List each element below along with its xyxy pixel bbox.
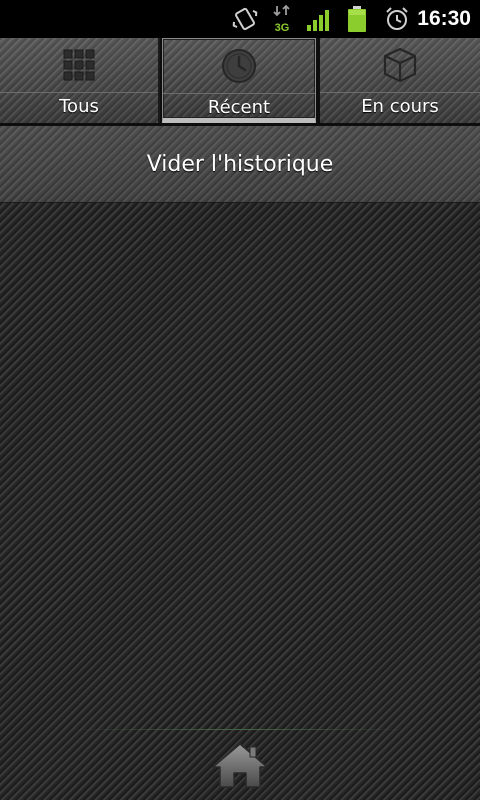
tab-recent[interactable]: Récent <box>162 38 316 123</box>
tab-en-cours[interactable]: En cours <box>320 38 480 123</box>
battery-icon <box>345 0 369 38</box>
data-icon: 3G <box>270 0 294 38</box>
recent-apps-list <box>0 203 480 729</box>
tab-label: En cours <box>361 96 439 117</box>
alarm-icon <box>382 0 412 38</box>
grid-icon <box>60 46 98 84</box>
cube-icon <box>381 46 419 84</box>
divider <box>70 729 410 730</box>
clear-history-button[interactable]: Vider l'historique <box>0 126 480 203</box>
status-bar: 3G 16:30 <box>0 0 480 38</box>
tab-label: Tous <box>59 96 99 117</box>
tab-label: Récent <box>207 97 271 118</box>
tab-bar: Tous Récent En cours <box>0 38 480 126</box>
tab-tous[interactable]: Tous <box>0 38 160 123</box>
home-icon <box>210 741 270 793</box>
home-button[interactable] <box>208 741 272 797</box>
vibrate-icon <box>228 0 262 38</box>
status-clock: 16:30 <box>417 7 471 30</box>
clear-history-label: Vider l'historique <box>146 151 334 177</box>
signal-icon <box>305 0 335 38</box>
bottom-bar <box>0 729 480 800</box>
clock-icon <box>220 47 258 85</box>
network-type: 3G <box>275 22 290 34</box>
